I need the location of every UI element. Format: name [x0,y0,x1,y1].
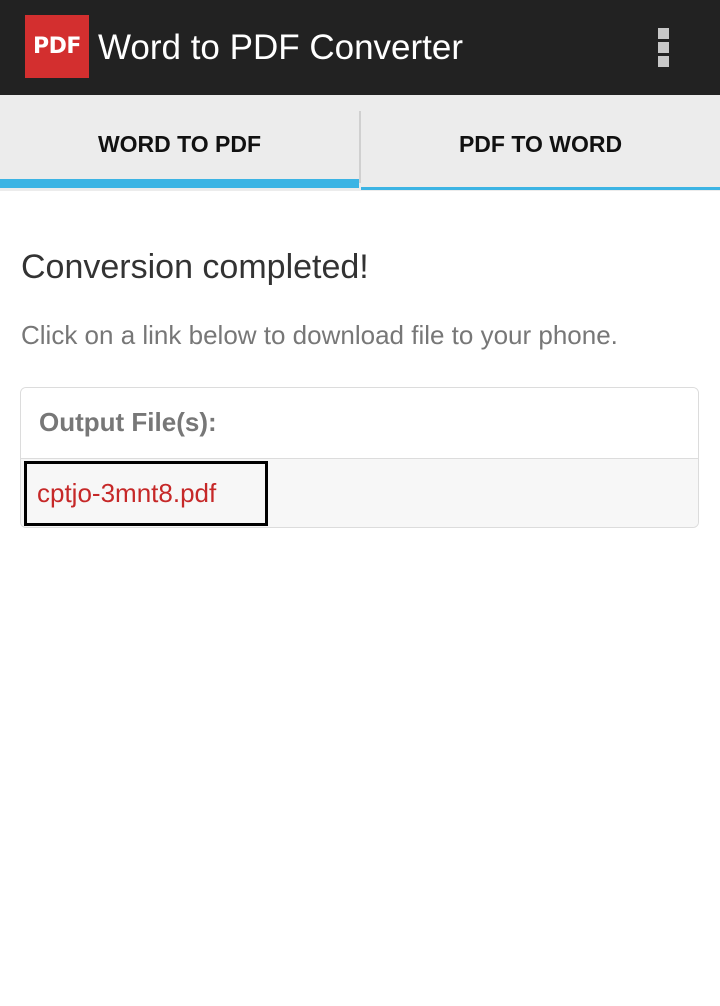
page-title: Conversion completed! [21,248,369,286]
app-bar: PDF Word to PDF Converter [0,0,720,95]
pdf-logo: PDF [25,15,89,78]
app-title: Word to PDF Converter [98,28,464,67]
output-file-link[interactable]: cptjo-3mnt8.pdf [24,461,268,526]
panel-header: Output File(s): [21,388,698,459]
tab-word-to-pdf[interactable]: WORD TO PDF [0,95,359,191]
panel-header-label: Output File(s): [39,407,217,437]
panel-body: cptjo-3mnt8.pdf [21,459,698,527]
tab-selected-indicator [0,179,359,188]
instruction-text: Click on a link below to download file t… [21,320,618,350]
tab-bar: WORD TO PDF PDF TO WORD [0,95,720,191]
tab-pdf-to-word[interactable]: PDF TO WORD [361,95,720,191]
overflow-menu-icon-dot [658,56,669,67]
overflow-menu-button[interactable] [648,22,680,72]
tab-underline [361,187,720,190]
output-files-panel: Output File(s): cptjo-3mnt8.pdf [20,387,699,528]
overflow-menu-icon-dot [658,42,669,53]
overflow-menu-icon [658,28,669,39]
